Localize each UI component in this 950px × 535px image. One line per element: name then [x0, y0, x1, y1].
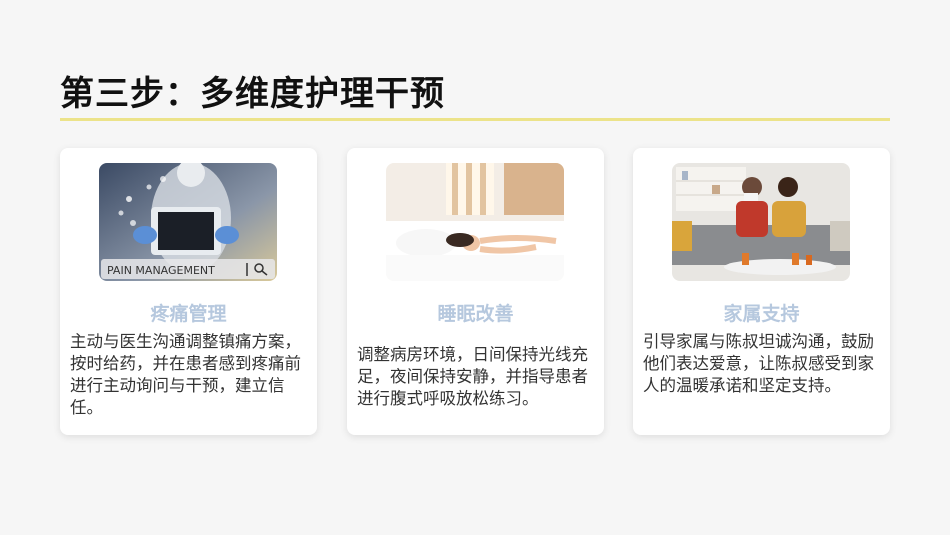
page-title: 第三步：多维度护理干预 — [60, 74, 445, 114]
card-description: 主动与医生沟通调整镇痛方案，按时给药，并在患者感到疼痛前进行主动询问与干预，建立… — [70, 332, 301, 417]
title-divider — [60, 118, 890, 121]
card-title: 疼痛管理 — [150, 303, 227, 325]
card-sleep-improvement: 睡眠改善 调整病房环境，日间保持光线充足，夜间保持安静，并指导患者进行腹式呼吸放… — [347, 148, 604, 435]
card-description: 调整病房环境，日间保持光线充足，夜间保持安静，并指导患者进行腹式呼吸放松练习。 — [357, 345, 588, 408]
family-support-image — [672, 163, 850, 281]
card-title: 睡眠改善 — [437, 303, 514, 325]
sleep-image — [386, 163, 564, 281]
pain-management-image: PAIN MANAGEMENT — [99, 163, 277, 281]
pain-management-caption: PAIN MANAGEMENT — [107, 264, 215, 277]
card-family-support: 家属支持 引导家属与陈叔坦诚沟通，鼓励他们表达爱意，让陈叔感受到家人的温暖承诺和… — [633, 148, 890, 435]
card-title: 家属支持 — [723, 303, 800, 325]
card-description: 引导家属与陈叔坦诚沟通，鼓励他们表达爱意，让陈叔感受到家人的温暖承诺和坚定支持。 — [643, 332, 874, 395]
card-pain-management: PAIN MANAGEMENT 疼痛管理 主动与医生沟通调整镇痛方案，按时给药，… — [60, 148, 317, 435]
